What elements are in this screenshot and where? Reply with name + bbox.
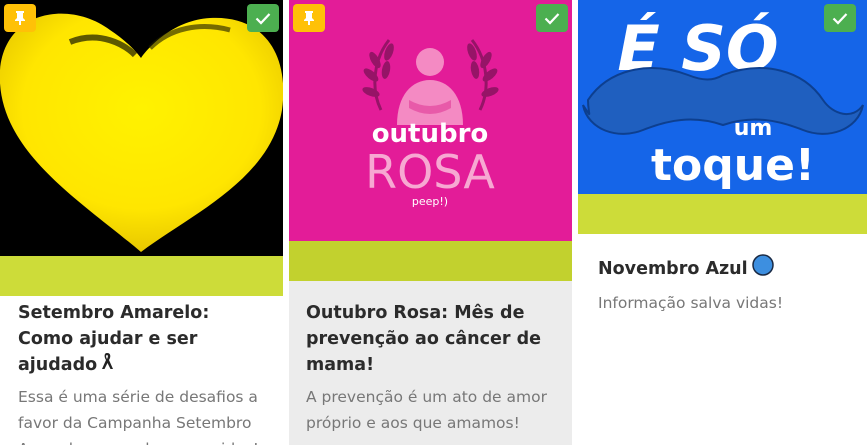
pin-badge[interactable] xyxy=(293,4,325,32)
awareness-ribbon-icon xyxy=(101,352,114,378)
accent-bar xyxy=(289,241,572,281)
card-body: Novembro Azul Informação salva vidas! xyxy=(578,234,867,445)
card-description: Informação salva vidas! xyxy=(598,294,784,312)
card-description: Essa é uma série de desafios a favor da … xyxy=(18,388,259,445)
card-title: Outubro Rosa: Mês de prevenção ao câncer… xyxy=(306,303,541,375)
accent-bar xyxy=(0,256,283,296)
challenge-card-novembro-azul[interactable]: É SÓ um toque! Novembro Azul Informação … xyxy=(578,0,867,445)
outubro-rosa-image: outubro ROSA peep!) xyxy=(362,39,499,208)
card-description: A prevenção é um ato de amor próprio e a… xyxy=(306,388,547,432)
check-icon xyxy=(832,13,848,25)
check-icon xyxy=(544,13,560,25)
image-text-line3: toque! xyxy=(651,140,815,191)
card-image xyxy=(0,0,283,256)
completed-badge[interactable] xyxy=(536,4,568,32)
card-body: Setembro Amarelo: Como ajudar e ser ajud… xyxy=(0,296,283,445)
accent-bar xyxy=(578,194,867,234)
image-text-line2: um xyxy=(734,116,773,141)
image-title-rosa: ROSA xyxy=(365,145,495,199)
card-image: outubro ROSA peep!) xyxy=(289,0,572,241)
pin-icon xyxy=(304,11,314,25)
yellow-heart-image xyxy=(0,13,283,252)
card-title: Novembro Azul xyxy=(598,254,847,284)
card-title: Setembro Amarelo: Como ajudar e ser ajud… xyxy=(18,300,265,378)
blue-circle-icon xyxy=(751,254,774,284)
completed-badge[interactable] xyxy=(247,4,279,32)
completed-badge[interactable] xyxy=(824,4,856,32)
card-body: Outubro Rosa: Mês de prevenção ao câncer… xyxy=(289,281,572,445)
pin-badge[interactable] xyxy=(4,4,36,32)
challenge-card-outubro-rosa[interactable]: outubro ROSA peep!) Outubro Rosa: Mês de… xyxy=(289,0,572,445)
check-icon xyxy=(255,13,271,25)
image-brand: peep!) xyxy=(412,195,448,208)
pin-icon xyxy=(15,11,25,25)
challenge-card-setembro-amarelo[interactable]: Setembro Amarelo: Como ajudar e ser ajud… xyxy=(0,0,283,445)
